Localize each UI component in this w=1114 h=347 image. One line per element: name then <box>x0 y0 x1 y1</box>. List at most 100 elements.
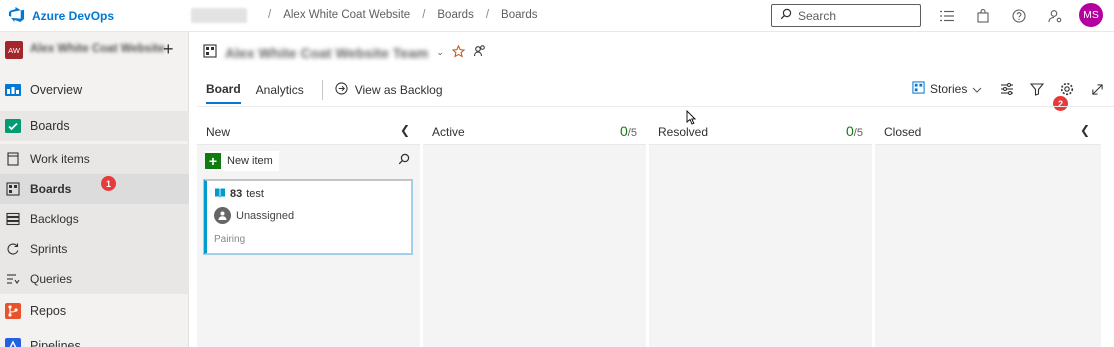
top-bar: Azure DevOps / Alex White Coat Website /… <box>0 0 1114 32</box>
work-items-icon <box>6 152 20 166</box>
wip-limit: 0/5 <box>620 123 637 139</box>
pipelines-icon <box>4 337 22 347</box>
team-members-icon[interactable] <box>473 44 487 61</box>
column-title: Active <box>432 125 465 139</box>
card-tag: Pairing <box>214 234 246 245</box>
nav-item-overview[interactable]: Overview <box>0 75 189 105</box>
column-search-icon[interactable] <box>398 153 410 168</box>
overview-icon <box>4 81 22 99</box>
column-header-closed[interactable]: Closed ❮ <box>875 117 1101 145</box>
favorite-star-icon[interactable] <box>451 44 466 61</box>
assignee-label: Unassigned <box>236 209 295 222</box>
filter-icon[interactable] <box>1022 82 1052 96</box>
step-marker-1: 1 <box>101 176 116 191</box>
boards-icon <box>4 117 22 135</box>
nav-item-label: Boards <box>30 182 72 196</box>
new-item-button[interactable]: + New item <box>205 151 279 171</box>
column-title: Closed <box>884 125 922 139</box>
work-item-card[interactable]: 83 test Unassigned Pairing <box>204 180 412 254</box>
project-badge: AW <box>5 41 23 59</box>
nav-item-label: Overview <box>30 83 83 97</box>
collapse-chevron-icon[interactable]: ❮ <box>400 123 410 137</box>
view-as-backlog-label: View as Backlog <box>354 83 443 97</box>
wip-current: 0 <box>846 123 854 139</box>
left-navigation: AW Alex White Coat Website + Overview Bo… <box>0 32 189 347</box>
search-box[interactable]: Search <box>771 4 921 27</box>
nav-item-work-items[interactable]: Work items <box>0 144 189 174</box>
fullscreen-expand-icon[interactable] <box>1082 83 1112 96</box>
unassigned-user-icon <box>214 207 231 224</box>
view-as-backlog-button[interactable]: View as Backlog <box>335 82 443 104</box>
column-header-new[interactable]: New ❮ <box>197 117 420 145</box>
board-grid-icon <box>6 182 20 196</box>
column-body-resolved <box>649 145 872 347</box>
column-header-active[interactable]: Active 0/5 <box>423 117 646 145</box>
nav-item-sprints[interactable]: Sprints <box>0 234 189 264</box>
board-level-icon <box>912 81 925 97</box>
new-item-label: New item <box>227 155 273 167</box>
help-icon[interactable] <box>1010 7 1028 25</box>
backlogs-icon <box>6 212 20 226</box>
column-body-active <box>423 145 646 347</box>
breadcrumb-organization-redacted[interactable] <box>191 8 247 23</box>
search-icon <box>780 8 792 23</box>
user-story-book-icon <box>214 187 226 201</box>
breadcrumb-separator: / <box>485 9 490 21</box>
column-title: New <box>206 125 231 139</box>
board-tabs: Board Analytics View as Backlog <box>206 80 443 106</box>
queries-icon <box>6 272 20 286</box>
nav-item-backlogs[interactable]: Backlogs <box>0 204 189 234</box>
repos-icon <box>4 302 22 320</box>
breadcrumb-boards-hub[interactable]: Boards <box>437 9 473 21</box>
settings-gear-icon[interactable] <box>1052 82 1082 96</box>
nav-item-label: Sprints <box>30 242 68 256</box>
column-body-closed <box>875 145 1101 347</box>
card-title-row: 83 test <box>214 187 264 201</box>
brand-name: Azure DevOps <box>32 9 115 23</box>
wip-limit: 0/5 <box>846 123 863 139</box>
work-item-id: 83 <box>230 188 243 200</box>
column-header-resolved[interactable]: Resolved 0/5 <box>649 117 872 145</box>
nav-item-label: Work items <box>30 152 90 166</box>
brand[interactable]: Azure DevOps <box>8 6 114 26</box>
avatar[interactable]: MS <box>1079 3 1103 27</box>
card-assignee-row[interactable]: Unassigned <box>214 207 294 224</box>
nav-item-label: Queries <box>30 272 73 286</box>
chevron-down-icon[interactable]: ⌄ <box>436 47 444 58</box>
project-name: Alex White Coat Website <box>30 43 165 55</box>
add-icon[interactable]: + <box>163 39 174 59</box>
team-board-icon <box>203 44 217 61</box>
breadcrumb-separator: / <box>268 9 272 21</box>
marketplace-bag-icon[interactable] <box>974 7 992 25</box>
view-options-icon[interactable] <box>992 82 1022 96</box>
azure-devops-logo-icon <box>8 6 25 26</box>
nav-item-boards[interactable]: Boards <box>0 111 189 141</box>
backlog-level-label: Stories <box>930 82 968 96</box>
nav-item-pipelines[interactable]: Pipelines <box>0 331 189 347</box>
breadcrumb-boards-page[interactable]: Boards <box>501 9 537 21</box>
tab-analytics[interactable]: Analytics <box>256 83 304 103</box>
project-header[interactable]: AW Alex White Coat Website + <box>0 32 189 70</box>
team-selector: Alex White Coat Website Team ⌄ <box>203 44 487 61</box>
plus-icon: + <box>205 153 221 169</box>
collapse-chevron-icon[interactable]: ❮ <box>1080 123 1090 137</box>
work-item-title[interactable]: test <box>246 188 264 200</box>
backlog-level-selector[interactable]: Stories <box>912 81 982 97</box>
user-settings-icon[interactable] <box>1046 7 1064 25</box>
nav-item-boards-sub[interactable]: Boards 1 <box>0 174 189 204</box>
sprints-icon <box>6 242 20 256</box>
breadcrumb-project[interactable]: Alex White Coat Website <box>283 9 410 21</box>
nav-item-queries[interactable]: Queries <box>0 264 189 294</box>
tab-board[interactable]: Board <box>206 82 241 104</box>
team-name[interactable]: Alex White Coat Website Team <box>225 45 428 61</box>
nav-item-label: Boards <box>30 119 70 133</box>
nav-item-repos[interactable]: Repos <box>0 296 189 326</box>
task-list-icon[interactable] <box>938 7 956 25</box>
board-toolbar: Stories <box>912 81 1112 97</box>
breadcrumb: / Alex White Coat Website / Boards / Boa… <box>256 9 537 21</box>
nav-item-label: Repos <box>30 304 67 318</box>
breadcrumb-separator: / <box>422 9 426 21</box>
nav-item-label: Pipelines <box>30 339 81 347</box>
arrow-circle-right-icon <box>335 82 348 98</box>
header-divider <box>197 106 1114 107</box>
